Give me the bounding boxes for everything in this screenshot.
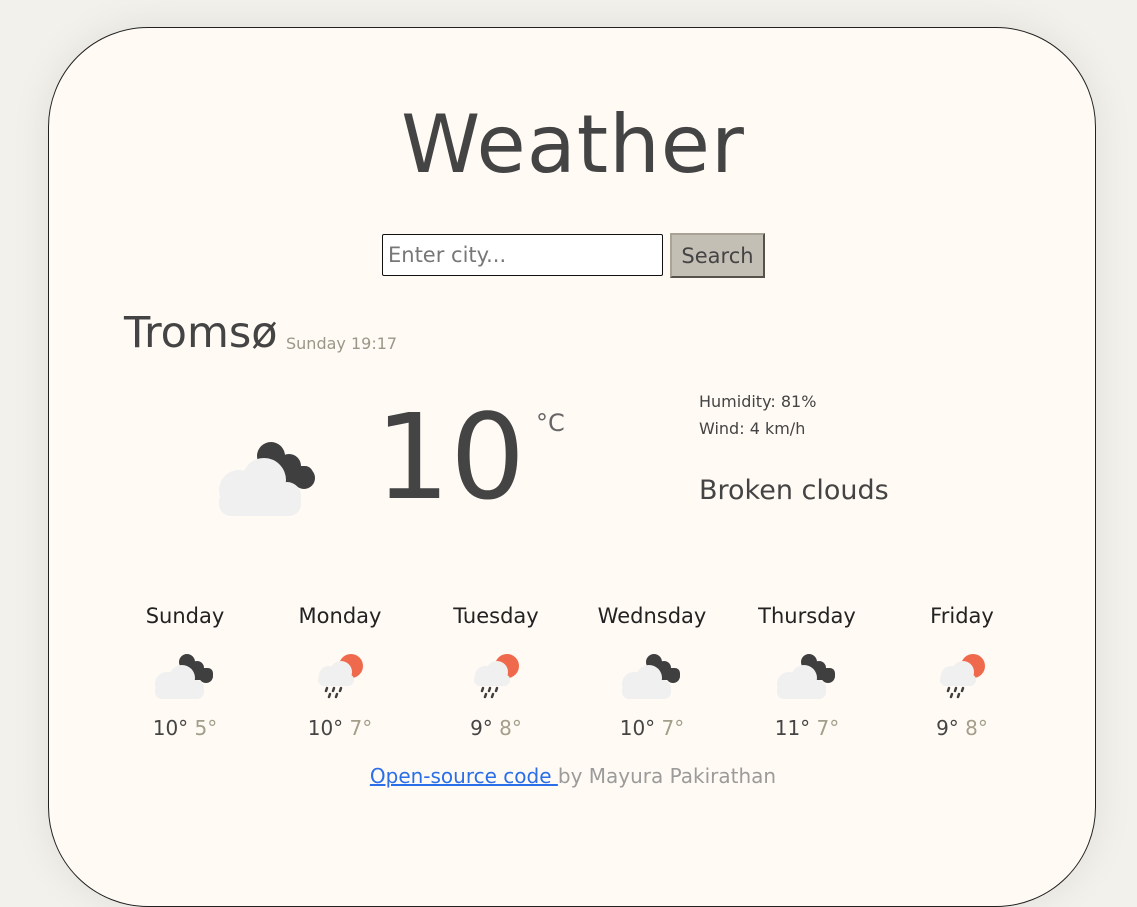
weather-description: Broken clouds <box>699 475 889 506</box>
current-datetime: Sunday 19:17 <box>286 334 398 353</box>
broken-clouds-icon <box>219 442 315 516</box>
forecast-day-name: Friday <box>930 604 994 628</box>
forecast-max-temp: 10° <box>152 716 189 740</box>
current-temperature: 10 <box>375 388 526 526</box>
broken-clouds-icon <box>155 654 213 699</box>
footer-credit: by Mayura Pakirathan <box>557 764 777 788</box>
forecast-day-name: Tuesday <box>453 604 539 628</box>
broken-clouds-icon <box>622 654 680 699</box>
broken-clouds-icon <box>777 654 835 699</box>
forecast-min-temp: 8° <box>499 716 522 740</box>
forecast-max-temp: 11° <box>774 716 811 740</box>
forecast-day: Wednsday 10° 7° <box>577 604 727 740</box>
weather-card: Weather Search Tromsø Sunday 19:17 10 °C… <box>48 27 1096 907</box>
forecast-day: Tuesday 9° 8° <box>421 604 571 740</box>
forecast-day-name: Wednsday <box>597 604 707 628</box>
forecast-day-name: Sunday <box>145 604 225 628</box>
forecast-min-temp: 7° <box>661 716 685 740</box>
forecast-day: Friday 9° 8° <box>887 604 1037 740</box>
forecast-max-temp: 10° <box>307 716 344 740</box>
footer: Open-source code by Mayura Pakirathan <box>49 764 1097 788</box>
city-name: Tromsø <box>124 308 278 358</box>
forecast-max-temp: 9° <box>470 716 493 740</box>
city-search-input[interactable] <box>382 234 663 276</box>
app-title: Weather <box>401 98 745 191</box>
forecast-day-name: Monday <box>298 604 382 628</box>
forecast-day-name: Thursday <box>758 604 856 628</box>
forecast-day: Thursday 11° 7° <box>732 604 882 740</box>
forecast-day: Monday 10° 7° <box>265 604 415 740</box>
forecast-min-temp: 7° <box>816 716 840 740</box>
rain-sun-icon <box>940 654 985 699</box>
forecast-min-temp: 5° <box>194 716 218 740</box>
rain-sun-icon <box>318 654 363 699</box>
humidity-value: Humidity: 81% <box>699 392 817 411</box>
rain-sun-icon <box>474 654 519 699</box>
forecast-max-temp: 10° <box>619 716 656 740</box>
temperature-unit[interactable]: °C <box>536 409 565 437</box>
forecast-max-temp: 9° <box>936 716 959 740</box>
forecast-min-temp: 8° <box>965 716 988 740</box>
search-button[interactable]: Search <box>670 233 765 278</box>
wind-value: Wind: 4 km/h <box>699 419 806 438</box>
forecast-day: Sunday 10° 5° <box>110 604 260 740</box>
forecast-min-temp: 7° <box>349 716 373 740</box>
open-source-link[interactable]: Open-source code <box>370 764 558 788</box>
